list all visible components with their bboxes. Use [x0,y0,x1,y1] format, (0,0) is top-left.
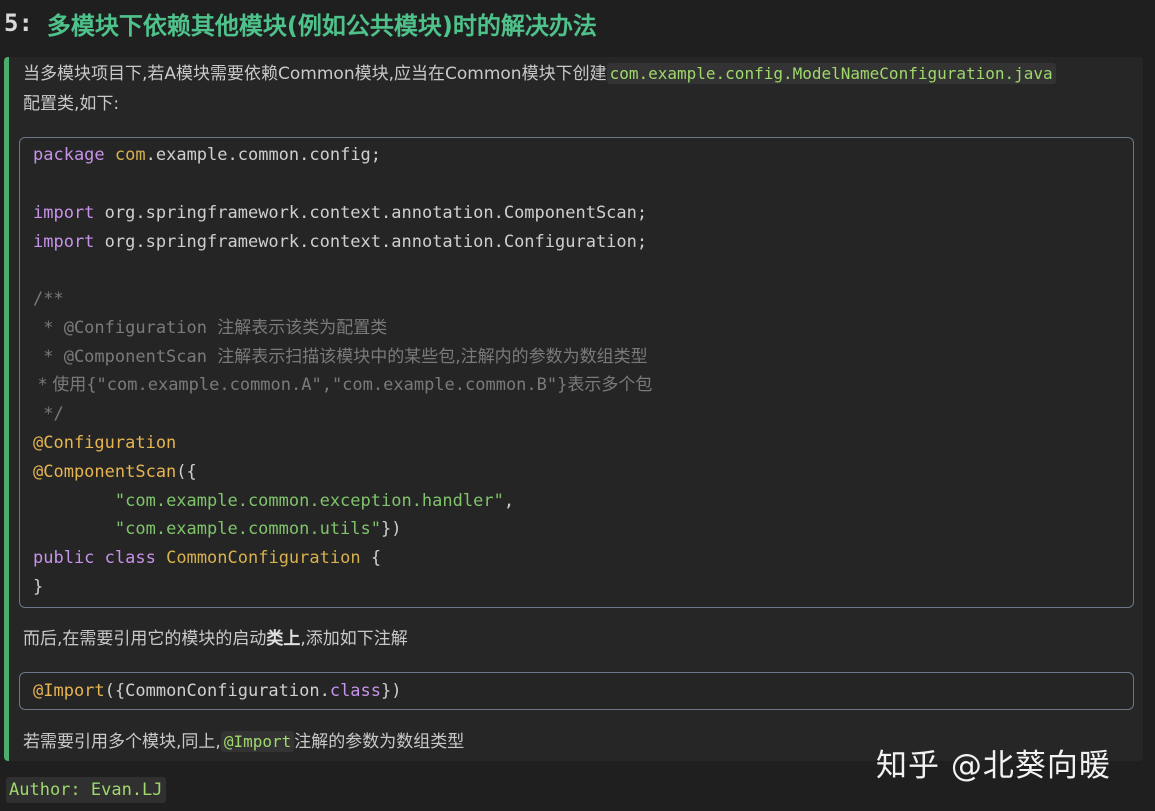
code-comment-line-2: * @ComponentScan 注解表示扫描该模块中的某些包,注解内的参数为数… [33,347,648,367]
multi-paragraph: 若需要引用多个模块,同上, @Import 注解的参数为数组类型 [23,731,465,752]
blockquote: 当多模块项目下,若A模块需要依赖Common模块,应当在Common模块下创建 c… [4,57,1143,761]
code-comment-line-1: * @Configuration 注解表示该类为配置类 [33,318,388,338]
bold-text: 类上 [266,629,301,649]
code-comment-line-3: * 使用{"com.example.common.A","com.example… [33,375,653,395]
code-block-configuration[interactable]: package com.example.common.config; impor… [19,137,1134,608]
intro-paragraph: 当多模块项目下,若A模块需要依赖Common模块,应当在Common模块下创建 c… [23,60,1056,88]
section-number: 5: [4,9,33,37]
code-string-1: "com.example.common.exception.handler", [114,491,515,511]
section-heading: 5: 多模块下依赖其他模块(例如公共模块)时的解决办法 [4,6,597,40]
section-title: 多模块下依赖其他模块(例如公共模块)时的解决办法 [46,11,597,40]
code-line-package: package com.example.common.config; [33,145,382,165]
code-line-import-1: import org.springframework.context.annot… [33,203,648,223]
code-close-brace: } [33,577,44,597]
code-annotation-configuration: @Configuration [33,433,177,453]
intro-paragraph-continued: 配置类,如下: [23,94,120,114]
intro-text: 当多模块项目下,若A模块需要依赖Common模块,应当在Common模块下创建 [23,64,607,84]
code-block-import[interactable]: @Import({CommonConfiguration.class}) [19,672,1134,710]
code-annotation-componentscan: @ComponentScan({ [33,462,197,482]
zhihu-watermark: 知乎 @北葵向暖 [876,748,1111,784]
code-comment-close: */ [33,404,64,424]
intro-inline-code: com.example.config.ModelNameConfiguratio… [606,63,1056,84]
multi-inline-code: @Import [220,731,295,752]
code-line-import-2: import org.springframework.context.annot… [33,232,648,252]
code-class-declaration: public class CommonConfiguration { [33,548,382,568]
code-string-2: "com.example.common.utils"}) [114,519,402,539]
author-tag: Author: Evan.LJ [6,777,166,803]
code-comment-open: /** [33,289,64,309]
code-line-import-annotation: @Import({CommonConfiguration.class}) [33,681,402,701]
then-paragraph: 而后,在需要引用它的模块的启动类上,添加如下注解 [23,629,408,649]
